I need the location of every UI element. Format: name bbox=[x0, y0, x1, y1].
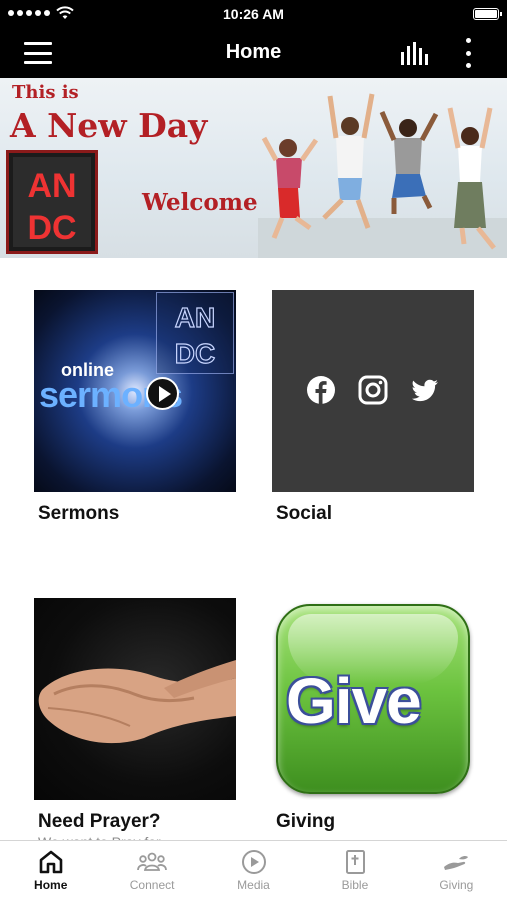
tab-giving-label: Giving bbox=[439, 878, 474, 892]
more-options-icon[interactable] bbox=[462, 38, 474, 68]
giving-label[interactable]: Giving bbox=[276, 811, 335, 833]
give-button-graphic: Give bbox=[276, 604, 470, 794]
twitter-icon[interactable] bbox=[410, 375, 440, 405]
sermons-label[interactable]: Sermons bbox=[38, 503, 119, 525]
tab-connect-label: Connect bbox=[129, 878, 175, 892]
banner-line-1: This is bbox=[12, 82, 79, 103]
home-icon bbox=[39, 850, 63, 874]
page-title: Home bbox=[225, 41, 282, 63]
open-hands-image bbox=[38, 660, 236, 744]
church-logo: AN DC bbox=[6, 150, 98, 254]
giving-hand-icon bbox=[444, 855, 469, 870]
tab-bible-label: Bible bbox=[341, 878, 369, 892]
sermons-tile-image[interactable]: AN DC online sermons bbox=[34, 290, 236, 492]
instagram-icon[interactable] bbox=[358, 375, 388, 405]
tab-connect[interactable]: Connect bbox=[101, 841, 202, 900]
banner-welcome: Welcome bbox=[142, 189, 258, 216]
play-icon[interactable] bbox=[146, 377, 179, 410]
tab-home[interactable]: Home bbox=[0, 841, 101, 900]
giving-tile-image[interactable]: Give bbox=[272, 598, 474, 800]
tab-media[interactable]: Media bbox=[203, 841, 304, 900]
sermons-logo-bottom: DC bbox=[175, 338, 215, 369]
app-bar: Home bbox=[0, 28, 507, 78]
tab-giving[interactable]: Giving bbox=[406, 841, 507, 900]
logo-text-top: AN bbox=[27, 167, 76, 205]
banner-line-2: A New Day bbox=[10, 106, 208, 145]
tab-bible[interactable]: Bible bbox=[304, 841, 405, 900]
tab-home-label: Home bbox=[34, 878, 68, 892]
battery-icon bbox=[473, 8, 502, 20]
status-time: 10:26 AM bbox=[223, 6, 284, 22]
sermons-logo-top: AN bbox=[175, 302, 215, 333]
sermons-logo-frame: AN DC bbox=[156, 292, 234, 374]
social-tile-image[interactable] bbox=[272, 290, 474, 492]
facebook-icon[interactable] bbox=[306, 375, 336, 405]
tab-media-label: Media bbox=[237, 878, 270, 892]
prayer-label[interactable]: Need Prayer? bbox=[38, 811, 161, 833]
audio-bars-icon[interactable] bbox=[399, 40, 429, 66]
logo-text-bottom: DC bbox=[27, 209, 76, 247]
status-bar: 10:26 AM bbox=[0, 0, 507, 28]
bible-icon bbox=[345, 850, 365, 874]
prayer-tile-image[interactable] bbox=[34, 598, 236, 800]
bottom-tab-bar: Home Connect Media Bible Giving bbox=[0, 840, 507, 900]
welcome-banner: This is A New Day AN DC Welcome bbox=[0, 78, 507, 258]
jumping-people-image bbox=[258, 93, 507, 258]
social-label[interactable]: Social bbox=[276, 503, 332, 525]
play-circle-icon bbox=[241, 850, 266, 874]
give-graphic-text: Give bbox=[286, 665, 422, 737]
people-icon bbox=[137, 852, 168, 871]
